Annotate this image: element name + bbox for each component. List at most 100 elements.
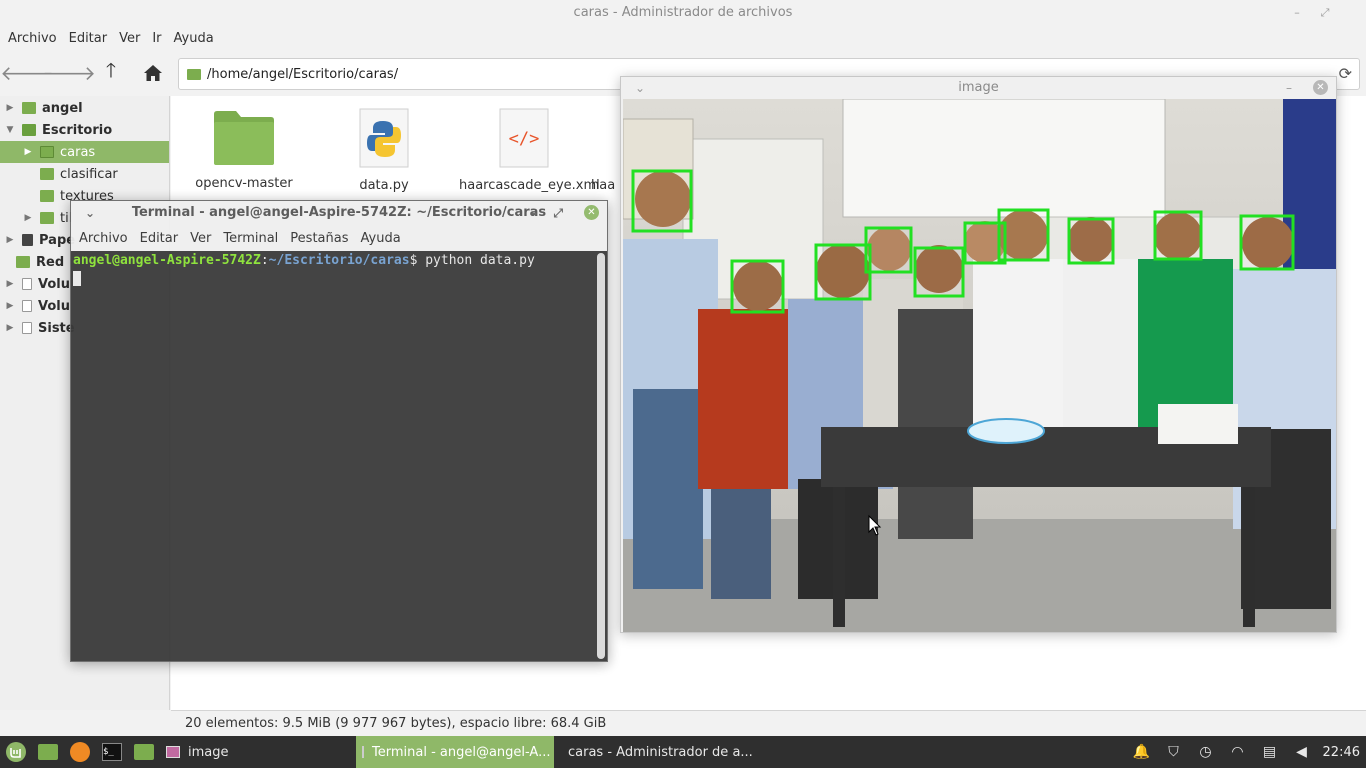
window-menu-icon[interactable]: ⌄: [85, 201, 95, 225]
file-item[interactable]: haa: [591, 108, 621, 193]
sidebar-item-caras[interactable]: ▶ caras: [0, 141, 169, 163]
home-button[interactable]: [134, 56, 172, 90]
up-button[interactable]: 🡑: [92, 56, 130, 90]
taskbar-window-image[interactable]: image: [160, 736, 356, 768]
network-icon: [16, 256, 30, 268]
folder-icon: [40, 212, 54, 224]
photo-canvas: [623, 99, 1336, 632]
menu-terminal[interactable]: Terminal: [217, 231, 284, 246]
sidebar-item-label: angel: [42, 100, 83, 116]
file-item[interactable]: data.py: [329, 108, 439, 193]
folder-icon: [40, 190, 54, 202]
drive-icon: [22, 278, 32, 290]
update-clock-icon[interactable]: ◷: [1195, 741, 1217, 763]
wifi-icon[interactable]: ◠: [1227, 741, 1249, 763]
terminal-titlebar: ⌄ Terminal - angel@angel-Aspire-5742Z: ~…: [71, 201, 607, 225]
xml-file-icon: </>: [499, 108, 549, 168]
arrow-right-icon: 🡒: [42, 61, 96, 85]
back-button[interactable]: 🡐: [0, 56, 54, 90]
forward-button[interactable]: 🡒: [42, 56, 96, 90]
shield-icon[interactable]: ⛉: [1163, 741, 1185, 763]
file-name: data.py: [359, 178, 409, 193]
minimize-icon[interactable]: –: [1288, 4, 1306, 22]
menu-ver[interactable]: Ver: [113, 31, 146, 46]
terminal-icon: [362, 746, 364, 758]
home-folder-icon: [22, 102, 36, 114]
file-icon: [591, 108, 621, 168]
clipboard-icon[interactable]: ▤: [1259, 741, 1281, 763]
sidebar-item-label: Red: [36, 254, 65, 270]
maximize-icon[interactable]: ⤢: [553, 201, 563, 225]
collapse-arrow-icon[interactable]: ▼: [4, 125, 16, 135]
sidebar-item-clasificar[interactable]: clasificar: [0, 163, 169, 185]
trash-icon: [22, 234, 33, 246]
folder-icon: [187, 68, 201, 80]
firefox-launcher[interactable]: [64, 736, 96, 768]
taskbar: $_ image Terminal - angel@angel-A... car…: [0, 736, 1366, 768]
prompt-path: ~/Escritorio/caras: [268, 253, 410, 268]
sidebar-item-escritorio[interactable]: ▼ Escritorio: [0, 119, 169, 141]
taskbar-window-terminal[interactable]: Terminal - angel@angel-A...: [356, 736, 554, 768]
terminal-line: angel@angel-Aspire-5742Z:~/Escritorio/ca…: [73, 253, 593, 268]
folder-icon: [214, 111, 274, 165]
minimize-icon[interactable]: –: [531, 201, 537, 225]
taskbar-window-label: caras - Administrador de a...: [568, 744, 753, 760]
sidebar-item-label: Volu: [38, 276, 70, 292]
status-text: 20 elementos: 9.5 MiB (9 977 967 bytes),…: [185, 716, 607, 731]
terminal-icon: $_: [102, 743, 122, 761]
terminal-output[interactable]: angel@angel-Aspire-5742Z:~/Escritorio/ca…: [71, 251, 595, 661]
files-launcher[interactable]: [128, 736, 160, 768]
menu-ayuda[interactable]: Ayuda: [355, 231, 407, 246]
menu-button[interactable]: [0, 736, 32, 768]
close-icon[interactable]: ✕: [584, 205, 599, 220]
menu-ver[interactable]: Ver: [184, 231, 217, 246]
terminal-cursor: [73, 271, 81, 286]
sidebar-item-angel[interactable]: ▶ angel: [0, 97, 169, 119]
desktop-folder-icon: [22, 124, 36, 136]
menu-archivo[interactable]: Archivo: [2, 31, 63, 46]
drive-icon: [22, 300, 32, 312]
prompt-end: $: [409, 253, 426, 268]
volume-icon[interactable]: ◀: [1291, 741, 1313, 763]
expand-arrow-icon[interactable]: ▶: [4, 103, 16, 113]
menu-ayuda[interactable]: Ayuda: [168, 31, 220, 46]
terminal-launcher[interactable]: $_: [96, 736, 128, 768]
terminal-scrollbar[interactable]: [597, 253, 605, 659]
prompt-separator: :: [260, 253, 269, 268]
expand-arrow-icon[interactable]: ▶: [4, 235, 16, 245]
expand-arrow-icon[interactable]: ▶: [4, 279, 16, 289]
notifications-icon[interactable]: 🔔: [1131, 741, 1153, 763]
show-desktop-button[interactable]: [32, 736, 64, 768]
taskbar-window-files[interactable]: caras - Administrador de a...: [554, 736, 754, 768]
expand-arrow-icon[interactable]: ▶: [4, 301, 16, 311]
maximize-icon[interactable]: ⤢: [1316, 4, 1334, 22]
file-item[interactable]: opencv-master: [189, 108, 299, 191]
file-manager-menubar: Archivo Editar Ver Ir Ayuda: [0, 26, 1366, 50]
terminal-title: Terminal - angel@angel-Aspire-5742Z: ~/E…: [131, 205, 547, 220]
mint-logo-icon: [6, 742, 26, 762]
desktop-icon: [38, 744, 58, 760]
minimize-icon[interactable]: –: [1286, 77, 1292, 99]
taskbar-window-label: Terminal - angel@angel-A...: [372, 744, 551, 760]
clock[interactable]: 22:46: [1323, 745, 1360, 760]
expand-arrow-icon[interactable]: ▶: [22, 147, 34, 157]
menu-archivo[interactable]: Archivo: [73, 231, 134, 246]
image-icon: [166, 746, 180, 758]
menu-pestanas[interactable]: Pestañas: [284, 231, 354, 246]
close-icon[interactable]: ✕: [1313, 80, 1328, 95]
sidebar-item-label: caras: [60, 144, 96, 160]
svg-text:</>: </>: [509, 129, 540, 149]
status-bar: 20 elementos: 9.5 MiB (9 977 967 bytes),…: [171, 710, 1366, 736]
menu-ir[interactable]: Ir: [146, 31, 167, 46]
menu-editar[interactable]: Editar: [63, 31, 114, 46]
expand-arrow-icon[interactable]: ▶: [22, 213, 34, 223]
expand-arrow-icon[interactable]: ▶: [4, 323, 16, 333]
menu-editar[interactable]: Editar: [134, 231, 185, 246]
folder-icon: [40, 146, 54, 158]
sidebar-item-label: clasificar: [60, 166, 118, 182]
image-window-title: image: [958, 80, 999, 95]
file-name: haarcascade_eye.xml: [459, 178, 600, 193]
window-menu-icon[interactable]: ⌄: [635, 77, 645, 99]
refresh-icon[interactable]: ⟳: [1339, 64, 1352, 83]
file-item[interactable]: </> haarcascade_eye.xml: [459, 108, 600, 193]
